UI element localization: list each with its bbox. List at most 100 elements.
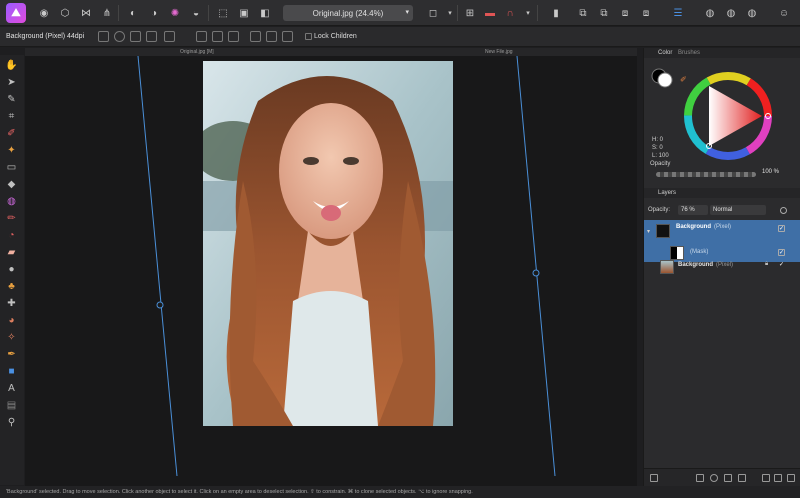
lock-children-checkbox[interactable]	[305, 33, 312, 40]
assistant-icon[interactable]: ◍	[702, 5, 718, 21]
blend-mode-select[interactable]: Normal	[710, 205, 766, 215]
persona-photo-icon[interactable]: ◉	[36, 5, 52, 21]
tab-original[interactable]: Original.jpg [M]	[180, 49, 214, 55]
healing-tool-icon[interactable]: ✚	[5, 297, 18, 310]
snapping-icon[interactable]: ⊞	[462, 5, 478, 21]
layer-row[interactable]: ▾ Background (Pixel) ✓	[644, 220, 800, 244]
user-account-icon[interactable]: ☺	[776, 5, 792, 21]
adjustment-wb-icon[interactable]: ◒	[188, 5, 204, 21]
guide-handle-left[interactable]	[156, 301, 164, 309]
eraser-tool-icon[interactable]: ▰	[5, 246, 18, 259]
stroke-icon[interactable]: ◻	[425, 5, 441, 21]
align-bottom-icon[interactable]	[282, 31, 293, 42]
photo-layer[interactable]	[203, 61, 453, 426]
adjustment-layer-icon[interactable]	[710, 474, 718, 482]
layer-stack-icon[interactable]	[650, 474, 658, 482]
paint-brush-icon[interactable]: ✏	[5, 212, 18, 225]
expand-arrow-icon[interactable]: ▾	[647, 228, 650, 235]
brush-icon[interactable]: ▮	[548, 5, 564, 21]
align-left-icon[interactable]	[196, 31, 207, 42]
adjustment-bw-icon[interactable]: ◑	[146, 5, 162, 21]
live-filter-icon[interactable]	[724, 474, 732, 482]
clone-tool-icon[interactable]: ♣	[5, 280, 18, 293]
duplicate-layer-icon[interactable]	[774, 474, 782, 482]
mask-layer-icon[interactable]	[696, 474, 704, 482]
align-icon[interactable]: ☰	[670, 5, 686, 21]
document-selector[interactable]: Original.jpg (24.4%) ▾	[283, 5, 413, 21]
arrange-bottom-icon[interactable]: ⧈	[638, 5, 654, 21]
crop-tool-icon[interactable]: ⌗	[5, 110, 18, 123]
layer-row[interactable]: Background (Pixel) 🔒︎ ✓	[644, 256, 800, 278]
studio-icon[interactable]: ◍	[723, 5, 739, 21]
delete-layer-icon[interactable]	[787, 474, 795, 482]
lock-icon[interactable]: 🔒︎	[765, 261, 768, 268]
persona-develop-icon[interactable]: ⋈	[78, 5, 94, 21]
align-top-icon[interactable]	[250, 31, 261, 42]
preview-icon[interactable]	[114, 31, 125, 42]
layer-opacity-label: Opacity:	[648, 207, 671, 213]
selection-brush-icon[interactable]: ✐	[5, 127, 18, 140]
canvas-area[interactable]	[25, 56, 637, 486]
shape-tool-icon[interactable]: ■	[5, 365, 18, 378]
layer-type: (Pixel)	[716, 262, 734, 268]
zoom-tool-icon[interactable]: ⚲	[5, 416, 18, 429]
tab-brushes[interactable]: Brushes	[678, 50, 700, 56]
arrange-back-icon[interactable]: ⧉	[575, 5, 591, 21]
flip-icon[interactable]	[164, 31, 175, 42]
adjustment-levels-icon[interactable]: ◐	[125, 5, 141, 21]
tab-layers[interactable]: Layers	[658, 190, 676, 196]
smudge-tool-icon[interactable]: ✧	[5, 331, 18, 344]
color-opacity-slider[interactable]	[656, 172, 756, 177]
layer-settings-icon[interactable]	[780, 207, 787, 214]
app-logo-icon[interactable]: ⛰	[6, 3, 26, 23]
marquee-icon[interactable]: ⬚	[215, 5, 231, 21]
quick-mask-icon[interactable]: ◧	[257, 5, 273, 21]
align-right-icon[interactable]	[228, 31, 239, 42]
hand-tool-icon[interactable]: ✋	[5, 59, 18, 72]
align-center-icon[interactable]	[212, 31, 223, 42]
arrange-forward-icon[interactable]: ⧉	[596, 5, 612, 21]
persona-liquify-icon[interactable]: ⬡	[57, 5, 73, 21]
red-eye-tool-icon[interactable]: ◕	[5, 314, 18, 327]
main-toolbar: ⛰ ◉ ⬡ ⋈ ⋔ ◐ ◑ ✺ ◒ ⬚ ▣ ◧ Original.jpg (24…	[0, 0, 800, 26]
select-all-icon[interactable]: ▣	[236, 5, 252, 21]
guide-handle-right[interactable]	[532, 269, 540, 277]
text-tool-icon[interactable]: A	[5, 382, 18, 395]
layer-thumbnail	[660, 260, 674, 274]
adjustment-hsl-icon[interactable]: ✺	[167, 5, 183, 21]
color-opacity-value[interactable]: 100 %	[762, 169, 779, 175]
pen-tool-icon[interactable]: ✒	[5, 348, 18, 361]
crop-icon[interactable]	[130, 31, 141, 42]
tab-new-file[interactable]: New File.jpg	[485, 49, 513, 55]
rotate-icon[interactable]	[146, 31, 157, 42]
snapping-dropdown-icon[interactable]: ▾	[520, 5, 536, 21]
color-picker-tool-icon[interactable]: ✎	[5, 93, 18, 106]
layers-panel-tabs: Layers	[644, 188, 800, 198]
align-middle-icon[interactable]	[266, 31, 277, 42]
layer-opacity-field[interactable]: 76 %	[678, 205, 708, 215]
lightness-value: L: 100	[652, 153, 669, 159]
mesh-tool-icon[interactable]: ▤	[5, 399, 18, 412]
magnet-icon[interactable]: ∩	[502, 5, 518, 21]
hue-value: H: 0	[652, 137, 664, 143]
stroke-dropdown-icon[interactable]: ▾	[442, 5, 458, 21]
layer-visibility-checkbox[interactable]: ✓	[778, 225, 785, 232]
gradient-tool-icon[interactable]: ◍	[5, 195, 18, 208]
add-layer-icon[interactable]	[762, 474, 770, 482]
transform-icon[interactable]	[98, 31, 109, 42]
mask-icon[interactable]: ▬	[482, 5, 498, 21]
move-tool-icon[interactable]: ➤	[5, 76, 18, 89]
flood-fill-icon[interactable]: ◆	[5, 178, 18, 191]
blur-tool-icon[interactable]: ●	[5, 263, 18, 276]
layer-visibility-checkbox[interactable]: ✓	[778, 262, 785, 269]
snapshot-icon[interactable]: ◍	[744, 5, 760, 21]
persona-export-icon[interactable]: ⋔	[99, 5, 115, 21]
marquee-tool-icon[interactable]: ▭	[5, 161, 18, 174]
primary-color-swatch	[657, 72, 673, 88]
group-layer-icon[interactable]	[738, 474, 746, 482]
arrange-top-icon[interactable]: ⧈	[617, 5, 633, 21]
tab-color[interactable]: Color	[658, 50, 672, 56]
layer-visibility-checkbox[interactable]: ✓	[778, 249, 785, 256]
dodge-tool-icon[interactable]: ◔	[5, 229, 18, 242]
flood-select-icon[interactable]: ✦	[5, 144, 18, 157]
